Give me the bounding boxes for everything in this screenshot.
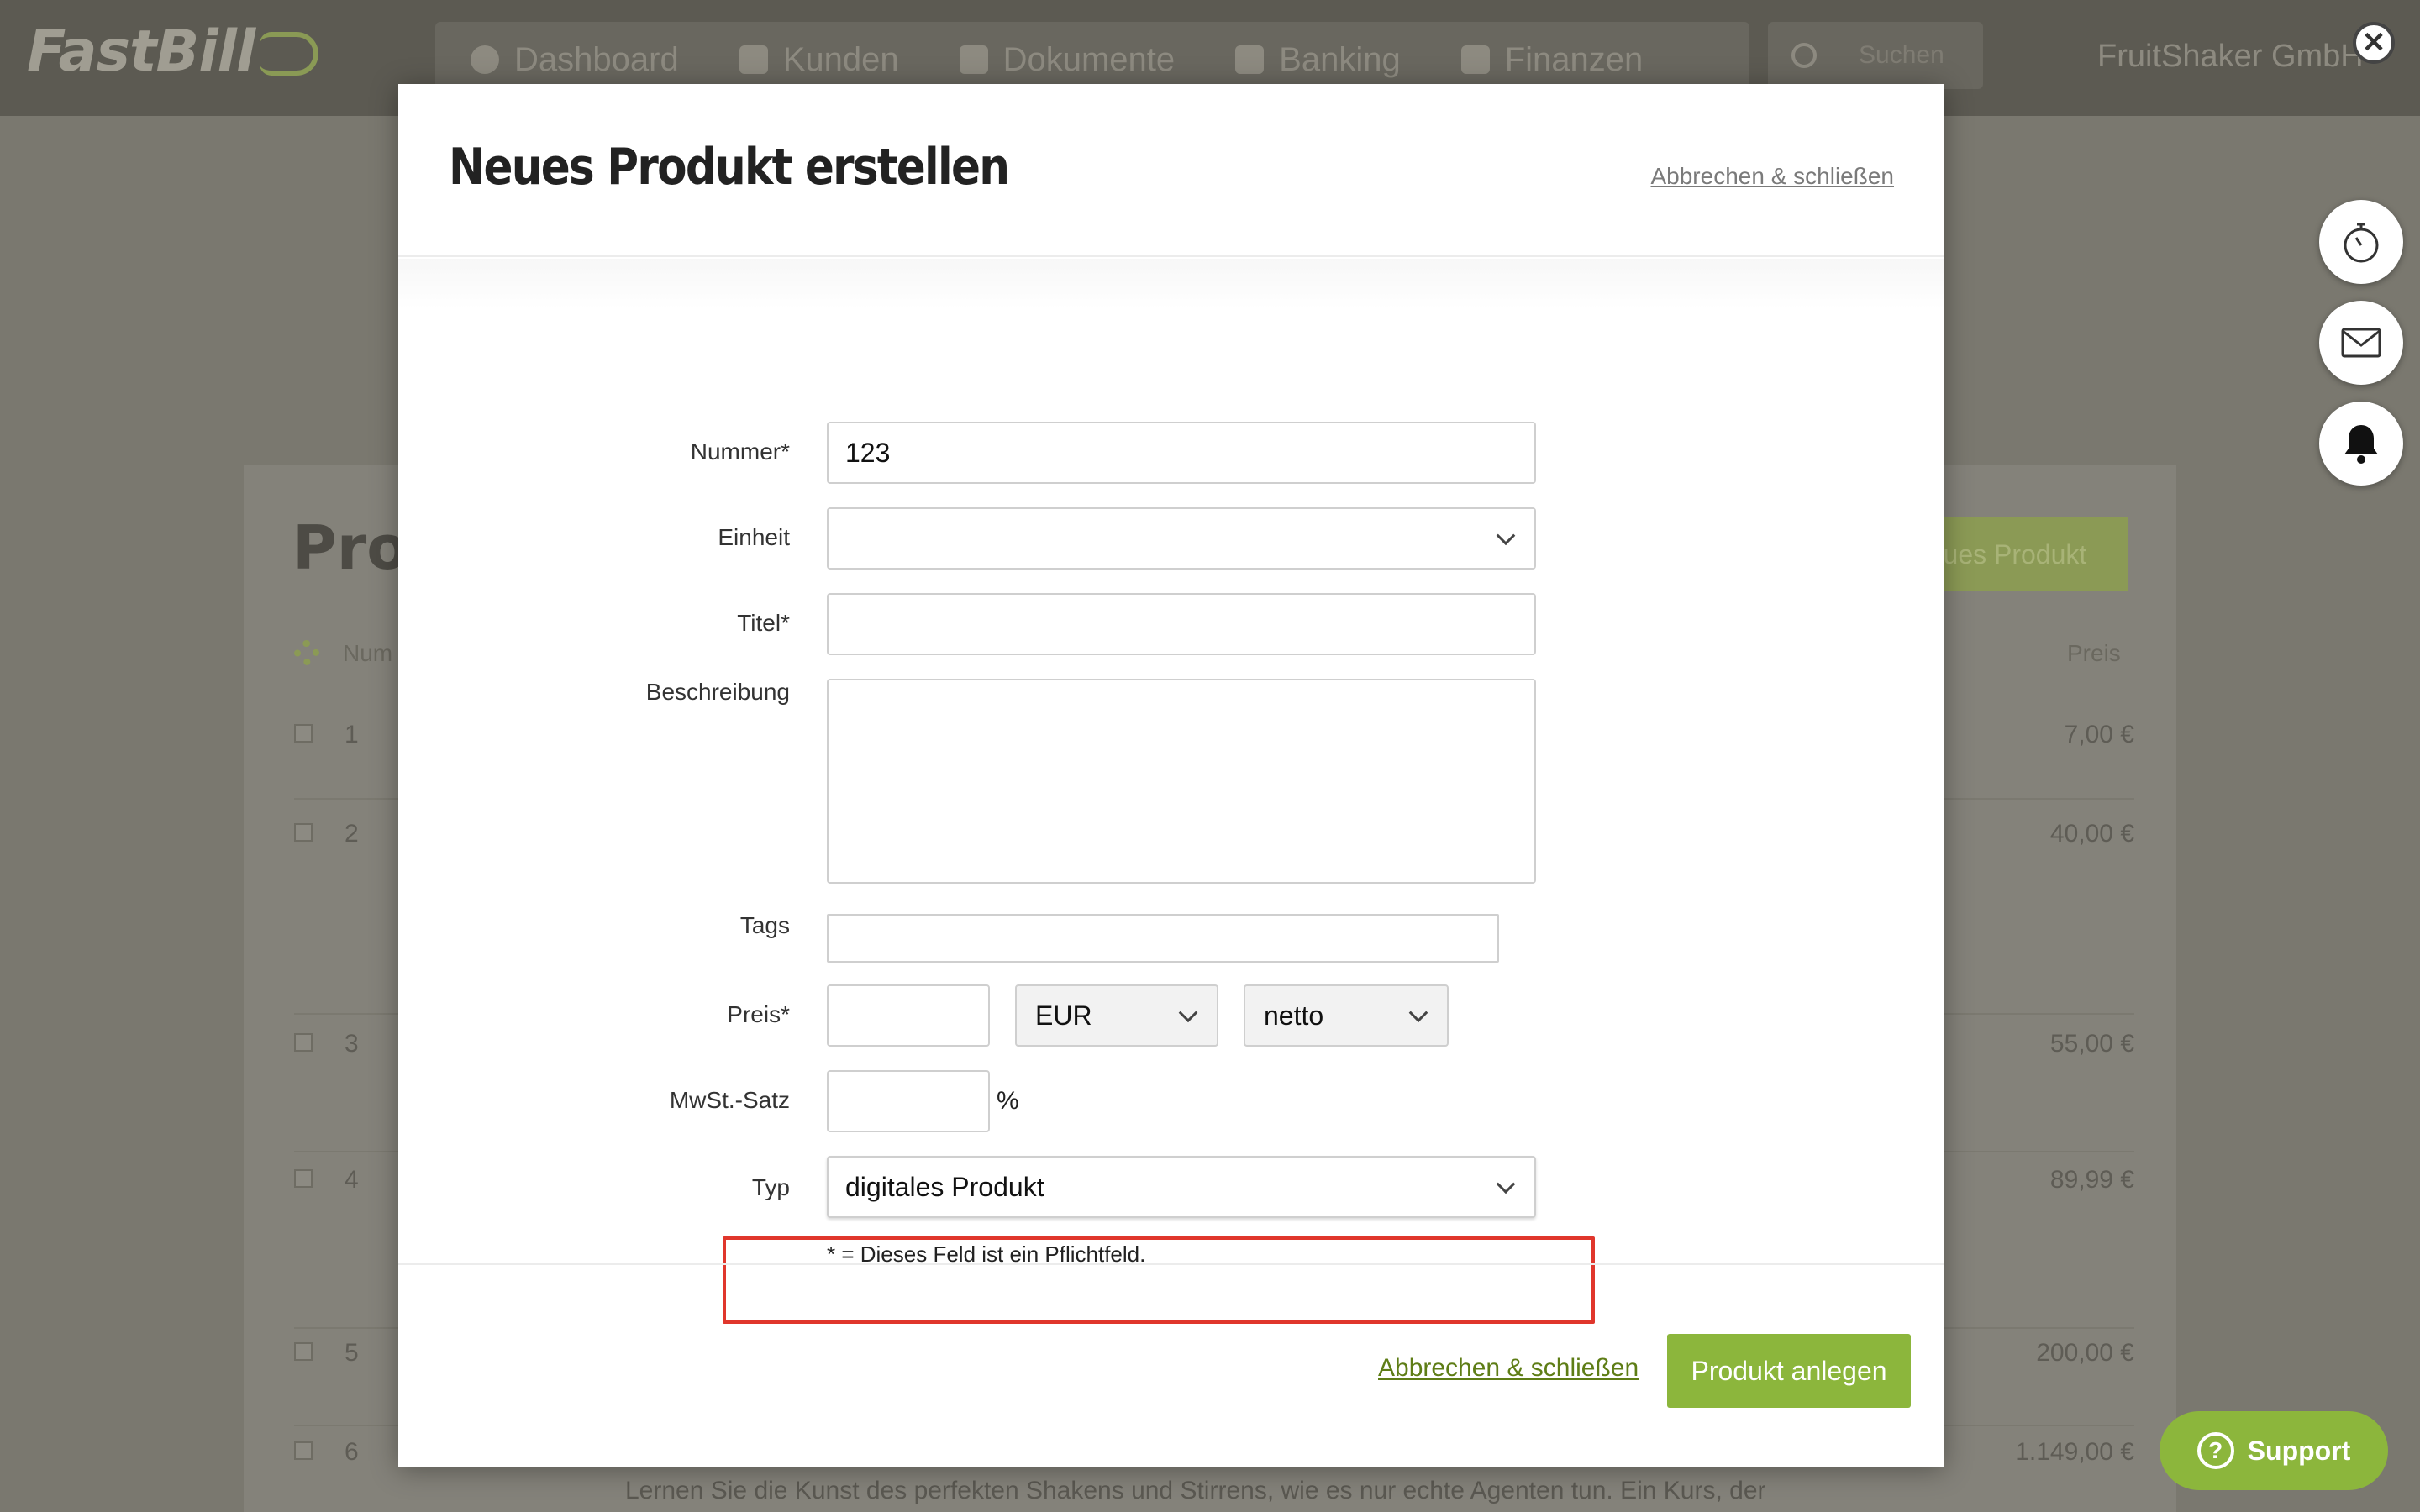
bar-chart-icon: [1235, 45, 1265, 74]
row-checkbox: [294, 1169, 313, 1188]
help-icon: ?: [2196, 1432, 2234, 1469]
chevron-down-icon: [1178, 1003, 1198, 1023]
typ-select[interactable]: digitales Produkt: [827, 1156, 1536, 1218]
gear-icon: [294, 640, 319, 665]
tags-label: Tags: [739, 912, 790, 938]
new-product-modal: Neues Produkt erstellen Abbrechen & schl…: [398, 84, 1944, 1467]
titel-input[interactable]: [827, 593, 1536, 655]
column-header-number: Num: [343, 640, 393, 666]
notifications-button[interactable]: [2319, 402, 2403, 486]
bell-icon: [2344, 425, 2378, 464]
beschreibung-label: Beschreibung: [645, 679, 790, 705]
nav-dashboard[interactable]: Dashboard: [471, 41, 679, 79]
stopwatch-button[interactable]: [2319, 200, 2403, 284]
fastbill-logo[interactable]: FastBill: [27, 18, 319, 85]
einheit-select[interactable]: [827, 507, 1536, 570]
background-description: Lernen Sie die Kunst des perfekten Shake…: [625, 1477, 1766, 1504]
modal-footer-divider: [398, 1263, 1944, 1265]
footer-cancel-link[interactable]: Abbrechen & schließen: [1378, 1354, 1639, 1383]
nav-finanzen[interactable]: Finanzen: [1460, 41, 1643, 79]
header-cancel-link[interactable]: Abbrechen & schließen: [1650, 163, 1894, 190]
row-checkbox: [294, 724, 313, 743]
tags-input[interactable]: [827, 914, 1499, 963]
mwst-input[interactable]: [827, 1070, 990, 1132]
nummer-label: Nummer*: [690, 438, 790, 465]
info-icon: [471, 45, 499, 74]
create-product-button[interactable]: Produkt anlegen: [1667, 1334, 1911, 1408]
mail-icon: [2341, 328, 2381, 358]
close-icon: ✕: [2361, 27, 2386, 59]
beschreibung-textarea[interactable]: [827, 679, 1536, 884]
stopwatch-icon: [2344, 223, 2379, 263]
percent-unit: %: [997, 1087, 1019, 1115]
preis-input[interactable]: [827, 984, 990, 1047]
nav-banking[interactable]: Banking: [1235, 41, 1401, 79]
currency-select[interactable]: EUR: [1015, 984, 1218, 1047]
close-overlay-button[interactable]: ✕: [2353, 22, 2395, 64]
modal-body: Nummer* 123 Einheit Titel* Beschreibung …: [398, 259, 1944, 1347]
chevron-down-icon: [1496, 1174, 1516, 1194]
einheit-label: Einheit: [718, 524, 790, 550]
modal-header: Neues Produkt erstellen Abbrechen & schl…: [398, 84, 1944, 257]
nav-kunden[interactable]: Kunden: [739, 41, 899, 79]
column-header-price: Preis: [2067, 640, 2121, 666]
price-mode-select[interactable]: netto: [1244, 984, 1449, 1047]
briefcase-icon: [739, 45, 768, 74]
chevron-down-icon: [1496, 526, 1516, 546]
document-icon: [959, 45, 988, 74]
search-icon: [1791, 43, 1817, 68]
search-input[interactable]: Suchen: [1768, 22, 1983, 89]
support-button[interactable]: ? Support: [2160, 1411, 2388, 1490]
mwst-label: MwSt.-Satz: [669, 1087, 790, 1113]
typ-label: Typ: [751, 1174, 790, 1200]
row-checkbox: [294, 1033, 313, 1052]
row-checkbox: [294, 1441, 313, 1460]
nummer-input[interactable]: 123: [827, 422, 1536, 484]
chevron-down-icon: [1408, 1003, 1428, 1023]
company-name[interactable]: FruitShaker GmbH: [2097, 39, 2364, 75]
titel-label: Titel*: [737, 610, 790, 636]
row-checkbox: [294, 1342, 313, 1361]
mail-button[interactable]: [2319, 301, 2403, 385]
row-checkbox: [294, 823, 313, 842]
modal-title: Neues Produkt erstellen: [449, 138, 1010, 197]
preis-label: Preis*: [727, 1001, 790, 1027]
transfer-icon: [1460, 45, 1490, 74]
nav-dokumente[interactable]: Dokumente: [959, 41, 1175, 79]
